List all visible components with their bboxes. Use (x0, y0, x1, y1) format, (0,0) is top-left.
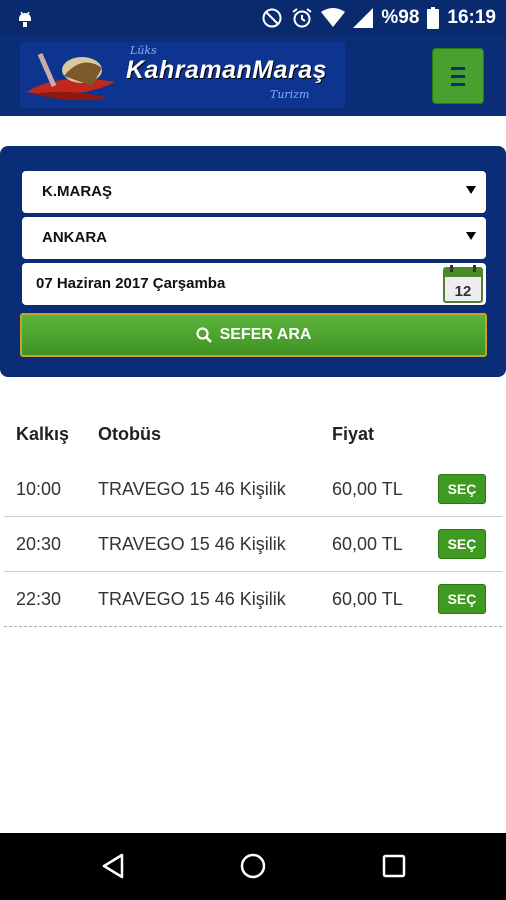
battery-percent: %98 (381, 7, 420, 28)
app-header: Lüks KahramanMaraş Turizm (0, 36, 506, 116)
battery-icon (427, 7, 440, 29)
select-button[interactable]: SEÇ (438, 529, 486, 559)
header-price: Fiyat (332, 424, 375, 444)
select-button[interactable]: SEÇ (438, 474, 486, 504)
table-row: 20:30 TRAVEGO 15 46 Kişilik 60,00 TL SEÇ (4, 517, 502, 572)
date-input[interactable]: 07 Haziran 2017 Çarşamba (22, 263, 440, 305)
select-button[interactable]: SEÇ (438, 584, 486, 614)
do-not-disturb-icon (262, 8, 282, 28)
search-button-label: SEFER ARA (219, 326, 312, 343)
row-time: 10:00 (16, 479, 62, 499)
calendar-icon: 12 (443, 265, 483, 303)
logo-brand: KahramanMaraş (126, 56, 328, 84)
date-value: 07 Haziran 2017 Çarşamba (36, 275, 226, 292)
row-bus: TRAVEGO 15 46 Kişilik (98, 589, 286, 609)
hamburger-icon (451, 66, 465, 70)
alarm-icon (292, 8, 312, 28)
dropdown-arrow-icon (466, 186, 476, 194)
header-departure: Kalkış (16, 424, 70, 444)
brand-logo[interactable]: Lüks KahramanMaraş Turizm (20, 42, 345, 108)
row-price: 60,00 TL (332, 534, 403, 554)
clock: 16:19 (447, 7, 496, 28)
calendar-button[interactable]: 12 (440, 263, 486, 305)
search-button[interactable]: SEFER ARA (20, 313, 487, 357)
status-bar: %98 16:19 (0, 0, 506, 36)
row-time: 22:30 (16, 589, 62, 609)
logo-tag-bottom: Turizm (270, 88, 310, 101)
table-row: 22:30 TRAVEGO 15 46 Kişilik 60,00 TL SEÇ (4, 572, 502, 627)
logo-graphic (26, 52, 115, 101)
search-panel: K.MARAŞ ANKARA 07 Haziran 2017 Çarşamba … (0, 146, 506, 377)
destination-value: ANKARA (42, 229, 107, 246)
row-bus: TRAVEGO 15 46 Kişilik (98, 479, 286, 499)
header-bus: Otobüs (98, 424, 161, 444)
hamburger-icon (451, 82, 465, 86)
nav-icons (102, 853, 406, 879)
home-icon[interactable] (240, 853, 266, 879)
search-icon (195, 327, 212, 343)
menu-button[interactable] (432, 48, 484, 104)
row-price: 60,00 TL (332, 589, 403, 609)
dropdown-arrow-icon (466, 232, 476, 240)
calendar-day: 12 (455, 283, 472, 300)
departure-value: K.MARAŞ (42, 183, 112, 200)
row-bus: TRAVEGO 15 46 Kişilik (98, 534, 286, 554)
back-icon[interactable] (102, 853, 124, 879)
destination-select[interactable]: ANKARA (22, 217, 486, 259)
signal-icon (353, 8, 374, 28)
wifi-icon (321, 8, 346, 27)
table-row: 10:00 TRAVEGO 15 46 Kişilik 60,00 TL SEÇ (4, 462, 502, 517)
row-price: 60,00 TL (332, 479, 403, 499)
android-debug-icon (19, 11, 31, 27)
navigation-bar (0, 833, 506, 900)
row-time: 20:30 (16, 534, 62, 554)
departure-select[interactable]: K.MARAŞ (22, 171, 486, 213)
hamburger-icon (451, 74, 465, 78)
recents-icon[interactable] (382, 854, 406, 878)
